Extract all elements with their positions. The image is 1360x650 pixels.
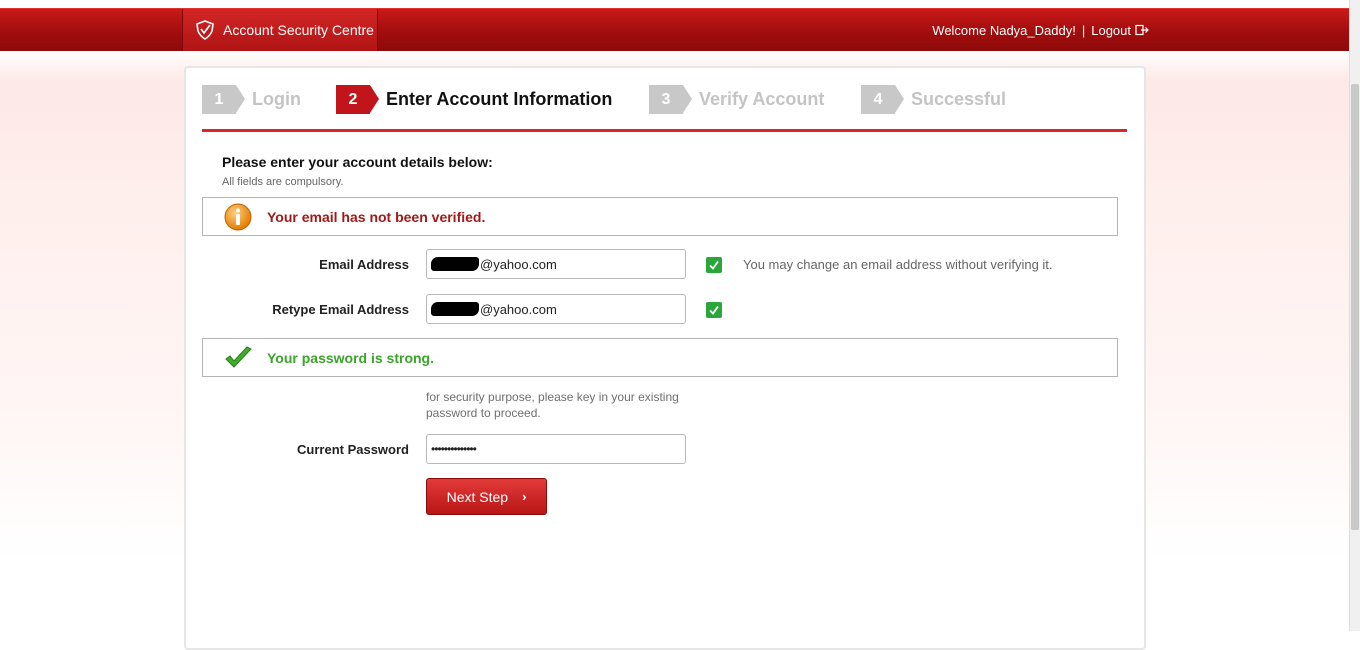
password-note: for security purpose, please key in your… xyxy=(426,390,679,420)
email-warning: Your email has not been verified. xyxy=(202,197,1118,236)
step-label: Login xyxy=(252,89,301,109)
check-icon xyxy=(225,345,252,368)
step-enter-account-information: 2 Enter Account Information xyxy=(336,85,612,114)
email-warning-text: Your email has not been verified. xyxy=(267,208,486,225)
welcome-text: Welcome Nadya_Daddy! xyxy=(932,22,1076,38)
step-login: 1 Login xyxy=(202,85,301,114)
scrollbar-thumb[interactable] xyxy=(1351,84,1359,530)
retype-email-label: Retype Email Address xyxy=(272,302,409,317)
email-valid-checkbox xyxy=(706,257,722,273)
email-field-value: @yahoo.com xyxy=(480,256,557,272)
scrollbar[interactable] xyxy=(1349,0,1360,631)
password-status-text: Your password is strong. xyxy=(267,349,434,366)
step-label: Verify Account xyxy=(699,89,825,109)
top-bar: Account Security Centre Welcome Nadya_Da… xyxy=(0,8,1350,51)
brand-title: Account Security Centre xyxy=(223,22,374,38)
password-strength-status: Your password is strong. xyxy=(202,338,1118,377)
redaction-mark xyxy=(431,302,479,316)
retype-email-field[interactable]: @yahoo.com xyxy=(426,294,686,324)
step-successful: 4 Successful xyxy=(861,85,1006,114)
step-verify-account: 3 Verify Account xyxy=(649,85,824,114)
step-label: Successful xyxy=(911,89,1007,109)
checkmark-icon xyxy=(709,305,719,315)
next-step-button[interactable]: Next Step › xyxy=(426,478,547,515)
user-menu: Welcome Nadya_Daddy! | Logout xyxy=(932,9,1149,51)
step-label: Enter Account Information xyxy=(386,89,613,109)
email-field[interactable]: @yahoo.com xyxy=(426,249,686,279)
step-number: 1 xyxy=(202,85,245,114)
step-number: 3 xyxy=(649,85,692,114)
shield-icon xyxy=(196,20,214,40)
logout-icon[interactable] xyxy=(1135,24,1149,36)
step-number: 4 xyxy=(861,85,904,114)
step-number: 2 xyxy=(336,85,379,114)
email-hint: You may change an email address without … xyxy=(743,257,1053,272)
chevron-right-icon: › xyxy=(522,489,527,504)
current-password-field[interactable]: •••••••••••••• xyxy=(426,434,686,464)
brand[interactable]: Account Security Centre xyxy=(182,9,378,51)
form-intro: Please enter your account details below: xyxy=(222,154,493,170)
retype-email-valid-checkbox xyxy=(706,302,722,318)
next-step-label: Next Step xyxy=(446,488,509,505)
email-label: Email Address xyxy=(319,257,409,272)
current-password-label: Current Password xyxy=(297,442,409,457)
checkmark-icon xyxy=(709,260,719,270)
logout-link[interactable]: Logout xyxy=(1091,23,1131,38)
step-progress: 1 Login 2 Enter Account Information 3 Ve… xyxy=(202,85,1127,132)
password-field-value: •••••••••••••• xyxy=(431,442,477,456)
retype-email-field-value: @yahoo.com xyxy=(480,301,557,317)
separator: | xyxy=(1081,22,1086,38)
redaction-mark xyxy=(431,257,479,271)
info-icon xyxy=(224,203,252,230)
form-note: All fields are compulsory. xyxy=(222,176,344,188)
